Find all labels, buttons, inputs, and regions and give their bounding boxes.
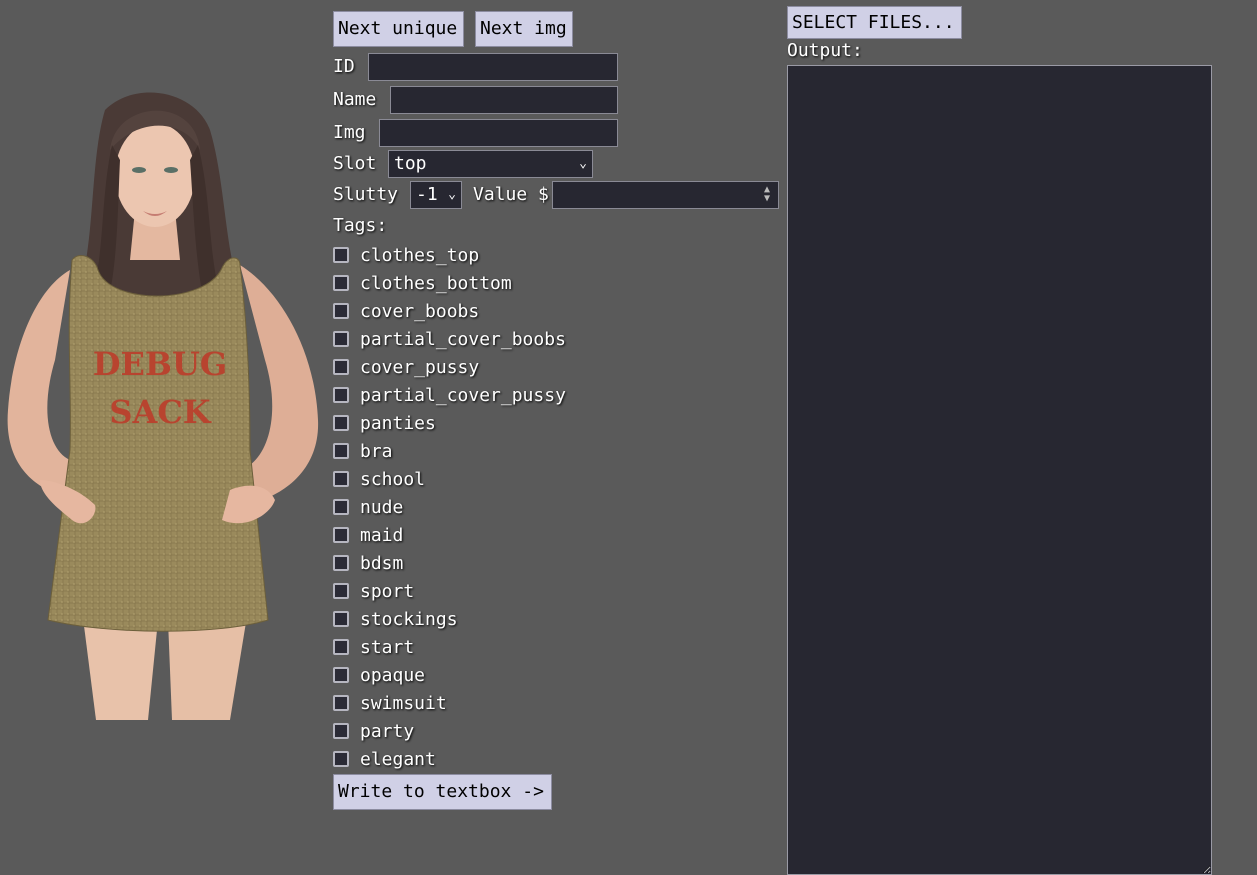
tags-label: Tags: (333, 215, 388, 236)
slutty-select-value: -1 (416, 184, 438, 205)
chevron-down-icon: ⌄ (448, 187, 456, 202)
name-field[interactable] (390, 86, 618, 114)
tag-row[interactable]: bdsm (333, 551, 403, 575)
id-input[interactable] (369, 54, 617, 80)
slot-label: Slot (333, 153, 377, 174)
tag-checkbox[interactable] (333, 555, 349, 571)
img-input[interactable] (380, 120, 617, 146)
id-label: ID (333, 56, 355, 77)
character-preview-image: DEBUG SACK (7, 92, 319, 720)
tag-row[interactable]: partial_cover_pussy (333, 383, 566, 407)
tag-checkbox[interactable] (333, 611, 349, 627)
tag-label: panties (360, 412, 436, 434)
tag-label: clothes_bottom (360, 272, 512, 294)
value-number-field[interactable]: ▲ ▼ (552, 181, 779, 209)
dress-text-line2: SACK (109, 393, 211, 431)
tag-checkbox[interactable] (333, 387, 349, 403)
tag-label: party (360, 720, 415, 742)
dress-text-line1: DEBUG (93, 345, 227, 383)
tag-label: bdsm (360, 552, 404, 574)
tag-row[interactable]: swimsuit (333, 691, 447, 715)
tag-checkbox[interactable] (333, 667, 349, 683)
tag-label: bra (360, 440, 393, 462)
name-input[interactable] (391, 87, 617, 113)
tag-checkbox[interactable] (333, 639, 349, 655)
chevron-down-icon: ⌄ (579, 156, 587, 171)
tag-row[interactable]: nude (333, 495, 403, 519)
output-label: Output: (787, 40, 863, 61)
tag-checkbox[interactable] (333, 247, 349, 263)
id-field[interactable] (368, 53, 618, 81)
name-label: Name (333, 89, 377, 110)
tag-label: maid (360, 524, 404, 546)
tag-row[interactable]: clothes_top (333, 243, 479, 267)
spinner-arrows-icon[interactable]: ▲ ▼ (764, 185, 770, 204)
tag-label: start (360, 636, 415, 658)
tag-row[interactable]: partial_cover_boobs (333, 327, 566, 351)
tag-label: sport (360, 580, 415, 602)
img-field[interactable] (379, 119, 618, 147)
tag-label: opaque (360, 664, 426, 686)
value-label: Value $ (473, 184, 549, 205)
value-input[interactable] (553, 182, 778, 208)
tag-checkbox[interactable] (333, 331, 349, 347)
tag-label: partial_cover_pussy (360, 384, 566, 406)
tag-row[interactable]: bra (333, 439, 393, 463)
tag-label: partial_cover_boobs (360, 328, 566, 350)
tag-row[interactable]: maid (333, 523, 403, 547)
tag-checkbox[interactable] (333, 443, 349, 459)
tag-row[interactable]: clothes_bottom (333, 271, 512, 295)
write-to-textbox-button[interactable]: Write to textbox -> (333, 774, 552, 810)
tag-checkbox[interactable] (333, 359, 349, 375)
select-files-button[interactable]: SELECT FILES... (787, 6, 962, 39)
slutty-select[interactable]: -1 ⌄ (410, 181, 462, 209)
slutty-label: Slutty (333, 184, 399, 205)
tag-checkbox[interactable] (333, 723, 349, 739)
tag-row[interactable]: cover_pussy (333, 355, 479, 379)
slot-select[interactable]: top ⌄ (388, 150, 593, 178)
tag-checkbox[interactable] (333, 471, 349, 487)
tag-checkbox[interactable] (333, 499, 349, 515)
tag-row[interactable]: opaque (333, 663, 425, 687)
tag-label: stockings (360, 608, 458, 630)
tag-checkbox[interactable] (333, 303, 349, 319)
tag-row[interactable]: school (333, 467, 425, 491)
tag-row[interactable]: elegant (333, 747, 436, 771)
tag-checkbox[interactable] (333, 583, 349, 599)
tag-row[interactable]: start (333, 635, 414, 659)
next-img-button[interactable]: Next img (475, 11, 573, 47)
tag-checkbox[interactable] (333, 415, 349, 431)
img-label: Img (333, 122, 366, 143)
tag-checkbox[interactable] (333, 527, 349, 543)
next-unique-button[interactable]: Next unique (333, 11, 464, 47)
tag-label: school (360, 468, 426, 490)
tag-checkbox[interactable] (333, 695, 349, 711)
tag-row[interactable]: sport (333, 579, 414, 603)
tag-row[interactable]: party (333, 719, 414, 743)
tag-checkbox[interactable] (333, 275, 349, 291)
tag-label: clothes_top (360, 244, 480, 266)
tag-checkbox[interactable] (333, 751, 349, 767)
tag-label: cover_pussy (360, 356, 480, 378)
output-textarea[interactable] (787, 65, 1212, 875)
tag-label: cover_boobs (360, 300, 480, 322)
tag-row[interactable]: panties (333, 411, 436, 435)
tag-row[interactable]: stockings (333, 607, 458, 631)
slot-select-value: top (394, 153, 427, 174)
tag-label: nude (360, 496, 404, 518)
tag-row[interactable]: cover_boobs (333, 299, 479, 323)
tag-label: swimsuit (360, 692, 447, 714)
tag-label: elegant (360, 748, 436, 770)
